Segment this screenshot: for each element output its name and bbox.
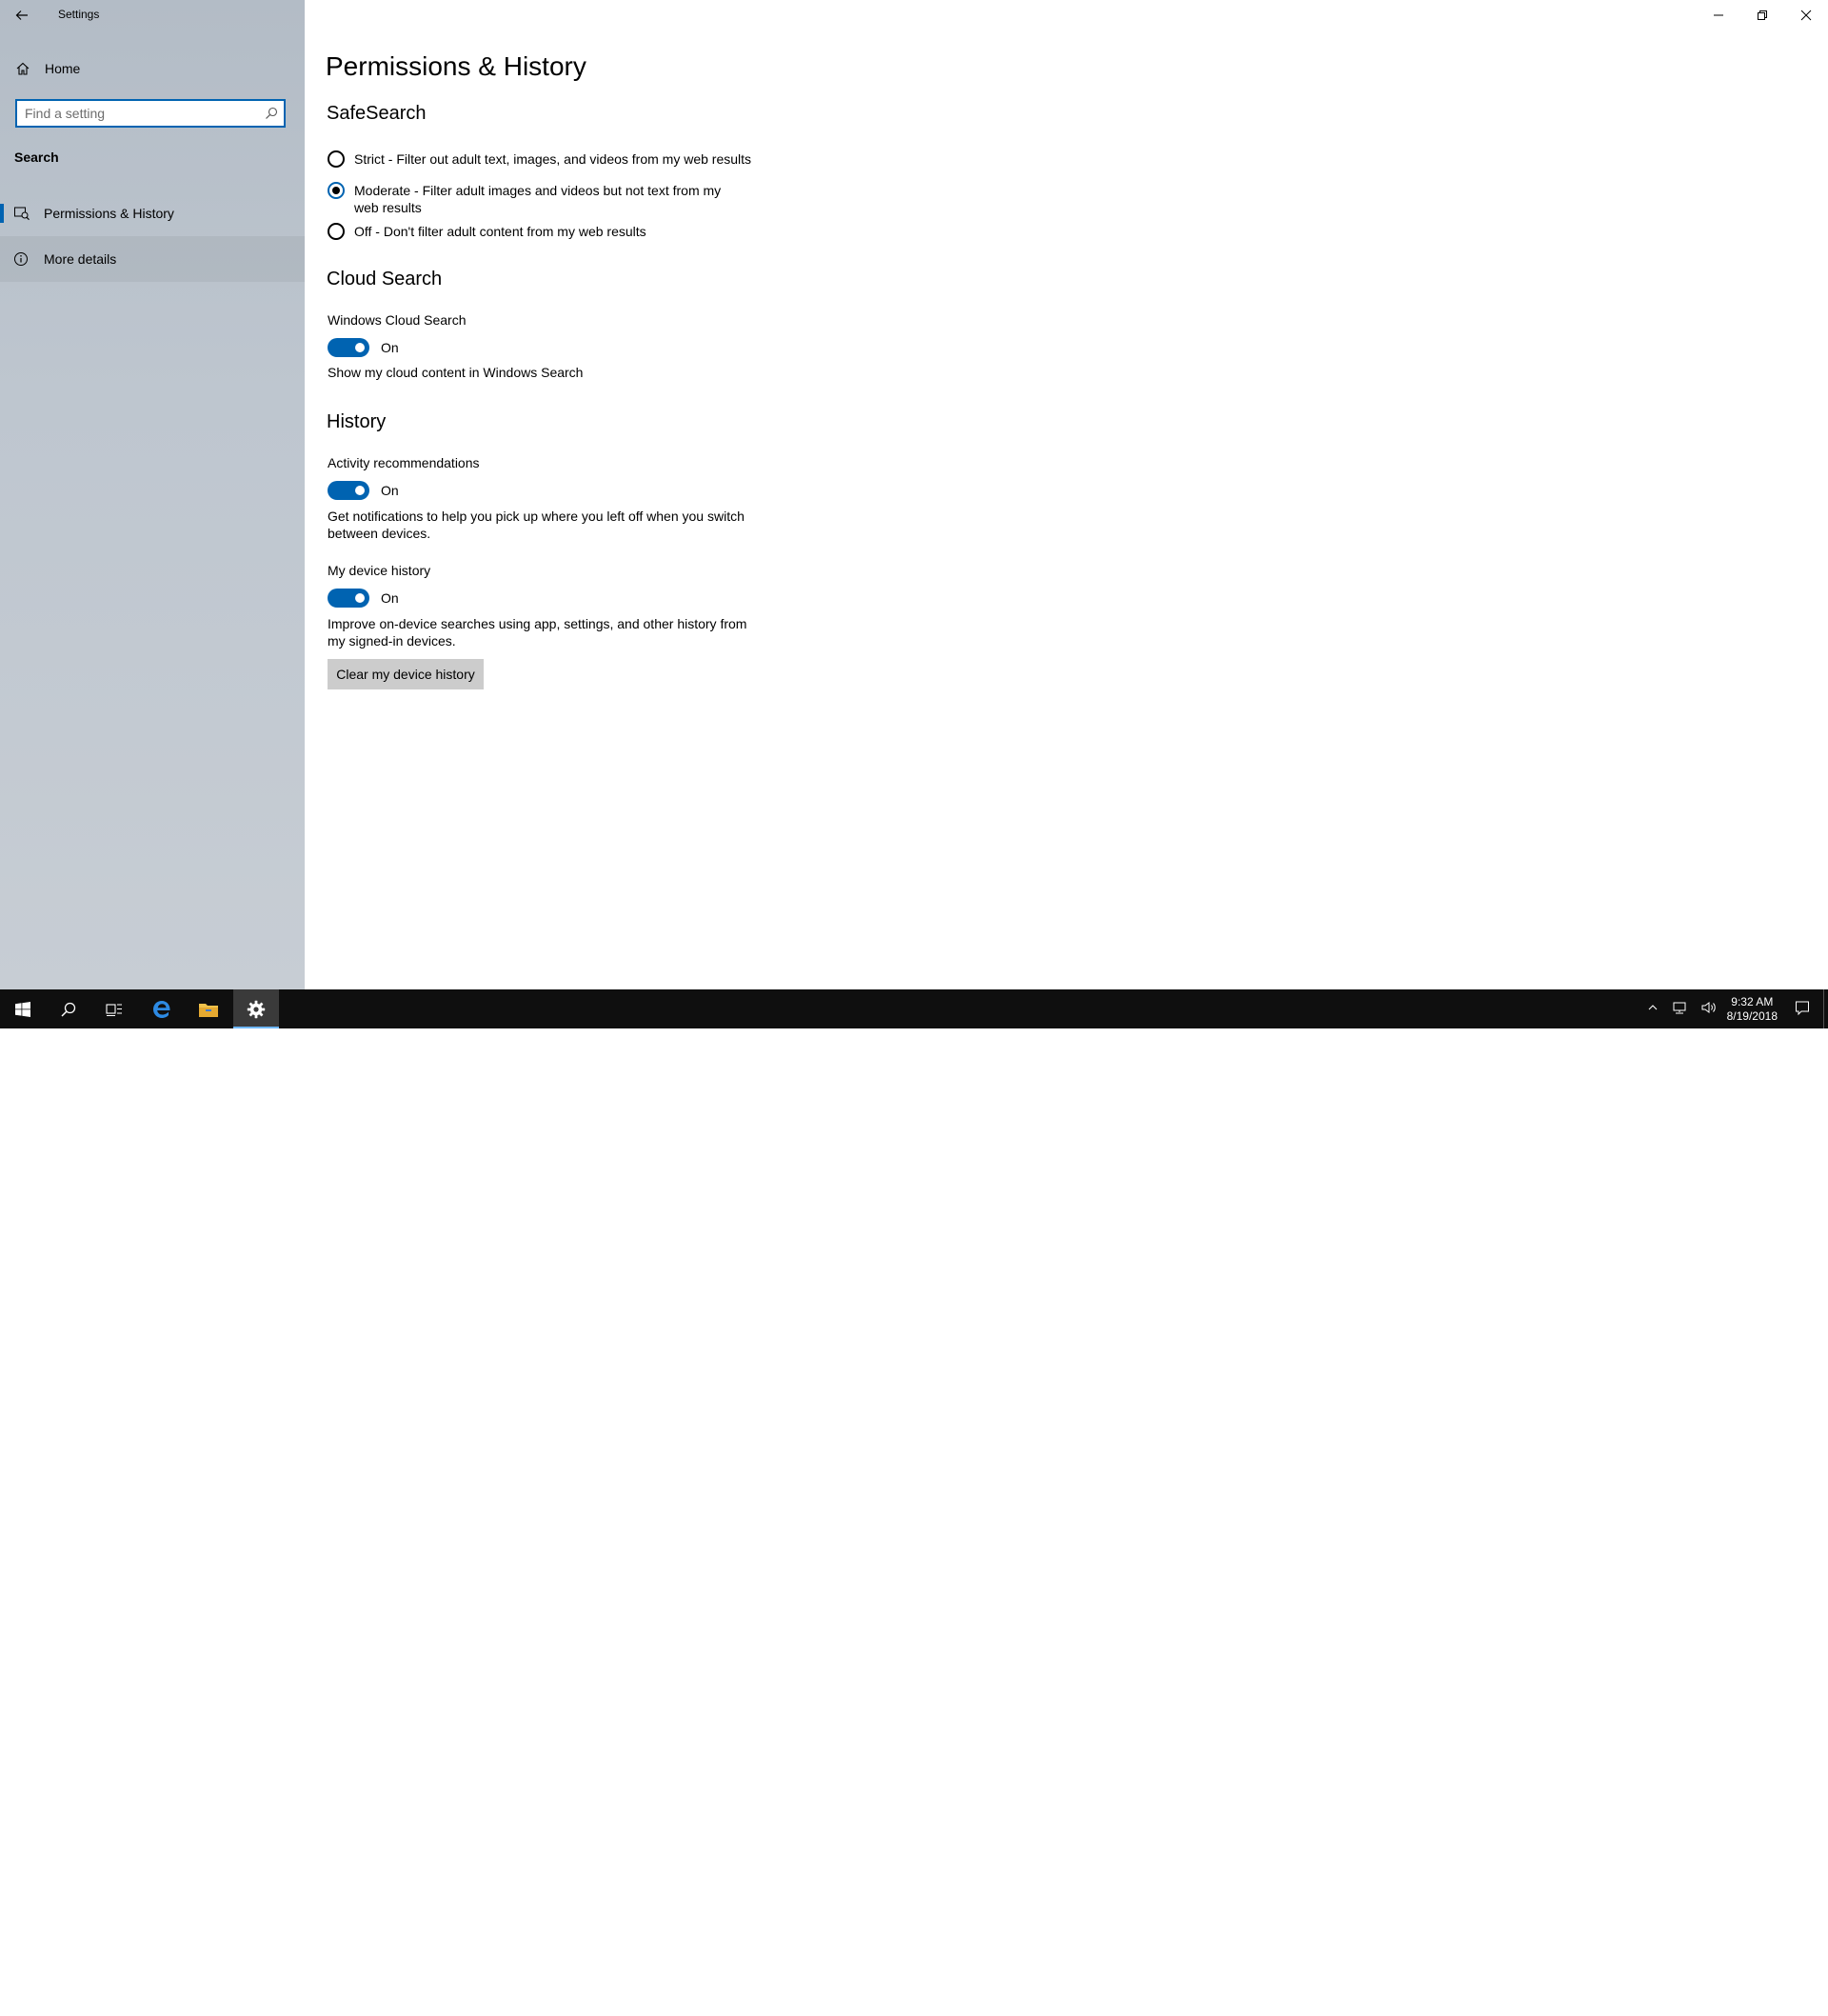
- back-button[interactable]: [0, 0, 44, 30]
- page-title: Permissions & History: [326, 51, 586, 81]
- close-button[interactable]: [1784, 0, 1828, 30]
- activity-description-line2: between devices.: [328, 526, 431, 541]
- network-icon[interactable]: [1672, 1001, 1687, 1017]
- file-explorer-icon: [199, 1003, 218, 1017]
- windows-start-icon: [15, 1001, 30, 1017]
- toggle-state-label: On: [381, 483, 399, 498]
- watermark-text: TheCollectionBook: [1649, 1986, 1809, 2008]
- task-view-icon: [106, 1003, 122, 1016]
- device-history-toggle-row[interactable]: On: [328, 589, 399, 608]
- watermark: TheCollectionBook: [1592, 1980, 1809, 2016]
- info-icon: [13, 251, 32, 267]
- start-button[interactable]: [0, 989, 46, 1028]
- search-icon: [61, 1002, 76, 1017]
- clear-device-history-button[interactable]: Clear my device history: [328, 659, 484, 689]
- sidebar-item-home[interactable]: Home: [0, 53, 305, 84]
- toggle-state-label: On: [381, 590, 399, 606]
- restore-icon: [1758, 10, 1767, 20]
- settings-gear-icon: [247, 1000, 266, 1018]
- safesearch-option-off[interactable]: Off - Don't filter adult content from my…: [328, 223, 765, 240]
- device-history-description-line2: my signed-in devices.: [328, 633, 456, 649]
- close-icon: [1800, 10, 1812, 21]
- file-explorer-button[interactable]: [186, 989, 231, 1028]
- activity-description-line1: Get notifications to help you pick up wh…: [328, 509, 745, 524]
- find-setting-input[interactable]: [17, 101, 263, 126]
- find-setting-search-box[interactable]: [15, 99, 286, 128]
- activity-recommendations-toggle-row[interactable]: On: [328, 481, 399, 500]
- sidebar-item-label: More details: [44, 251, 117, 267]
- edge-icon: [153, 1000, 170, 1018]
- back-arrow-icon: [15, 10, 28, 20]
- windows-cloud-search-toggle-row[interactable]: On: [328, 338, 399, 357]
- radio-button-checked[interactable]: [328, 182, 345, 199]
- device-history-toggle[interactable]: [328, 589, 369, 608]
- active-indicator: [0, 204, 4, 223]
- windows-cloud-search-toggle[interactable]: [328, 338, 369, 357]
- device-history-label: My device history: [328, 563, 431, 578]
- toggle-state-label: On: [381, 340, 399, 355]
- sidebar-item-permissions-history[interactable]: Permissions & History: [0, 190, 305, 236]
- radio-button[interactable]: [328, 223, 345, 240]
- restore-button[interactable]: [1740, 0, 1784, 30]
- volume-icon[interactable]: [1700, 1001, 1718, 1017]
- shield-search-icon: [13, 206, 32, 221]
- sidebar: Settings Home Search Permissions & Histo…: [0, 0, 305, 989]
- sidebar-item-more-details[interactable]: More details: [0, 236, 305, 282]
- section-label-search: Search: [14, 150, 59, 165]
- window-controls: [1697, 0, 1828, 30]
- edge-button[interactable]: [139, 989, 185, 1028]
- system-tray: 9:32 AM 8/19/2018: [1647, 989, 1828, 1028]
- tray-overflow-chevron-icon[interactable]: [1647, 1002, 1659, 1016]
- taskbar-clock[interactable]: 9:32 AM 8/19/2018: [1727, 995, 1778, 1024]
- home-icon: [15, 61, 34, 76]
- radio-button[interactable]: [328, 150, 345, 168]
- action-center-icon[interactable]: [1795, 1000, 1810, 1018]
- task-view-button[interactable]: [91, 989, 137, 1028]
- radio-label: Strict - Filter out adult text, images, …: [354, 151, 752, 167]
- windows-cloud-search-label: Windows Cloud Search: [328, 312, 467, 328]
- minimize-icon: [1714, 14, 1723, 16]
- settings-taskbar-button[interactable]: [233, 989, 279, 1028]
- activity-recommendations-toggle[interactable]: [328, 481, 369, 500]
- radio-label: Off - Don't filter adult content from my…: [354, 224, 646, 239]
- safesearch-option-moderate[interactable]: Moderate - Filter adult images and video…: [328, 182, 746, 216]
- sidebar-item-label: Permissions & History: [44, 206, 174, 221]
- cloud-search-description: Show my cloud content in Windows Search: [328, 365, 584, 380]
- clock-date: 8/19/2018: [1726, 1008, 1778, 1023]
- radio-label: Moderate - Filter adult images and video…: [354, 183, 722, 215]
- clock-time: 9:32 AM: [1731, 994, 1774, 1008]
- safesearch-option-strict[interactable]: Strict - Filter out adult text, images, …: [328, 150, 765, 168]
- window-title: Settings: [58, 8, 100, 21]
- activity-recommendations-label: Activity recommendations: [328, 455, 480, 470]
- cloud-search-heading: Cloud Search: [327, 269, 443, 289]
- book-logo-icon: [1593, 1984, 1640, 2016]
- history-heading: History: [327, 411, 387, 432]
- taskbar-search-button[interactable]: [46, 989, 91, 1028]
- search-icon[interactable]: [265, 107, 278, 125]
- minimize-button[interactable]: [1697, 0, 1740, 30]
- safesearch-heading: SafeSearch: [327, 103, 427, 124]
- show-desktop-button[interactable]: [1823, 989, 1828, 1028]
- taskbar: TheCollectionBook 9:32 AM 8/19/2018: [0, 989, 1828, 2016]
- device-history-description-line1: Improve on-device searches using app, se…: [328, 616, 747, 631]
- home-label: Home: [45, 61, 81, 76]
